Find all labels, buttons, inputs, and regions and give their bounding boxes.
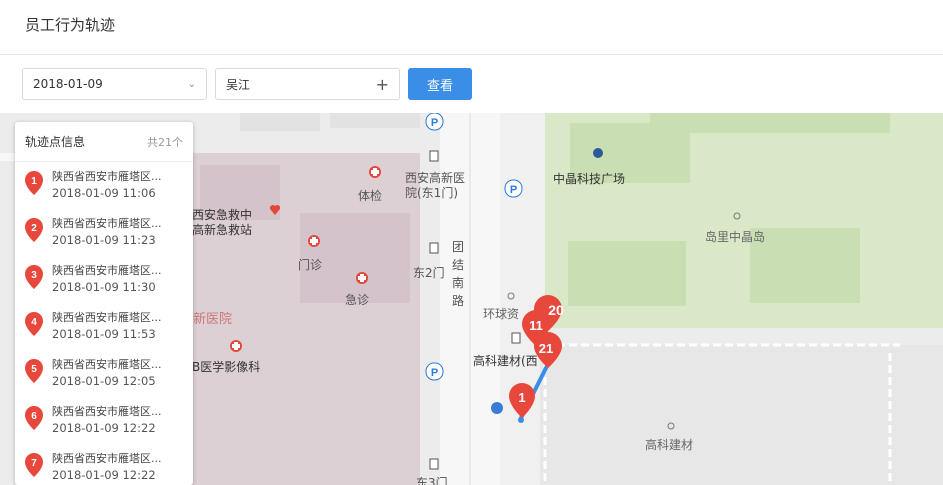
point-address: 陕西省西安市雁塔区... bbox=[52, 170, 162, 183]
panel-header: 轨迹点信息 共21个 bbox=[15, 122, 193, 162]
employee-select[interactable]: 吴江 + bbox=[215, 68, 400, 100]
location-pin-icon: 2 bbox=[25, 218, 43, 242]
location-pin-icon: 4 bbox=[25, 312, 43, 336]
svg-text:3: 3 bbox=[31, 270, 37, 281]
location-pin-icon: 5 bbox=[25, 359, 43, 383]
list-item[interactable]: 7 陕西省西安市雁塔区... 2018-01-09 12:22 bbox=[15, 444, 193, 485]
point-address: 陕西省西安市雁塔区... bbox=[52, 405, 162, 418]
point-time: 2018-01-09 11:23 bbox=[52, 233, 156, 247]
svg-text:2: 2 bbox=[31, 223, 37, 234]
list-item[interactable]: 5 陕西省西安市雁塔区... 2018-01-09 12:05 bbox=[15, 350, 193, 397]
svg-text:5: 5 bbox=[31, 364, 37, 375]
plus-icon[interactable]: + bbox=[376, 75, 389, 94]
point-time: 2018-01-09 12:22 bbox=[52, 468, 156, 482]
svg-text:1: 1 bbox=[518, 390, 525, 405]
location-pin-icon: 3 bbox=[25, 265, 43, 289]
track-marker-1[interactable]: 1 bbox=[509, 383, 535, 418]
location-pin-icon: 6 bbox=[25, 406, 43, 430]
point-address: 陕西省西安市雁塔区... bbox=[52, 217, 162, 230]
track-point-panel: 轨迹点信息 共21个 1 陕西省西安市雁塔区... 2018-01-09 11:06… bbox=[15, 122, 193, 485]
point-address: 陕西省西安市雁塔区... bbox=[52, 358, 162, 371]
date-value: 2018-01-09 bbox=[33, 77, 103, 91]
panel-title: 轨迹点信息 bbox=[25, 135, 86, 149]
location-pin-icon: 1 bbox=[25, 171, 43, 195]
track-marker-21[interactable]: 21 bbox=[534, 332, 562, 368]
point-count: 共21个 bbox=[147, 135, 183, 149]
search-button[interactable]: 查看 bbox=[408, 68, 472, 100]
svg-text:21: 21 bbox=[539, 341, 553, 356]
employee-value: 吴江 bbox=[226, 77, 251, 92]
svg-text:6: 6 bbox=[31, 411, 37, 422]
list-item[interactable]: 3 陕西省西安市雁塔区... 2018-01-09 11:30 bbox=[15, 256, 193, 303]
page-title: 员工行为轨迹 bbox=[0, 0, 943, 55]
point-address: 陕西省西安市雁塔区... bbox=[52, 311, 162, 324]
list-item[interactable]: 4 陕西省西安市雁塔区... 2018-01-09 11:53 bbox=[15, 303, 193, 350]
svg-text:4: 4 bbox=[31, 317, 37, 328]
point-address: 陕西省西安市雁塔区... bbox=[52, 452, 162, 465]
point-time: 2018-01-09 11:53 bbox=[52, 327, 156, 341]
list-item[interactable]: 1 陕西省西安市雁塔区... 2018-01-09 11:06 bbox=[15, 162, 193, 209]
point-time: 2018-01-09 12:22 bbox=[52, 421, 156, 435]
point-time: 2018-01-09 12:05 bbox=[52, 374, 156, 388]
svg-text:1: 1 bbox=[31, 176, 37, 187]
chevron-down-icon: ⌄ bbox=[187, 78, 196, 90]
point-time: 2018-01-09 11:30 bbox=[52, 280, 156, 294]
location-pin-icon: 7 bbox=[25, 453, 43, 477]
date-select[interactable]: 2018-01-09 ⌄ bbox=[22, 68, 207, 100]
point-address: 陕西省西安市雁塔区... bbox=[52, 264, 162, 277]
point-time: 2018-01-09 11:06 bbox=[52, 186, 156, 200]
svg-text:7: 7 bbox=[31, 458, 37, 469]
list-item[interactable]: 6 陕西省西安市雁塔区... 2018-01-09 12:22 bbox=[15, 397, 193, 444]
filter-toolbar: 2018-01-09 ⌄ 吴江 + 查看 bbox=[22, 68, 472, 102]
track-point-list: 1 陕西省西安市雁塔区... 2018-01-09 11:06 2 陕西省西安市雁塔区.… bbox=[15, 162, 193, 485]
list-item[interactable]: 2 陕西省西安市雁塔区... 2018-01-09 11:23 bbox=[15, 209, 193, 256]
svg-text:20: 20 bbox=[548, 302, 564, 318]
svg-text:11: 11 bbox=[529, 318, 543, 333]
